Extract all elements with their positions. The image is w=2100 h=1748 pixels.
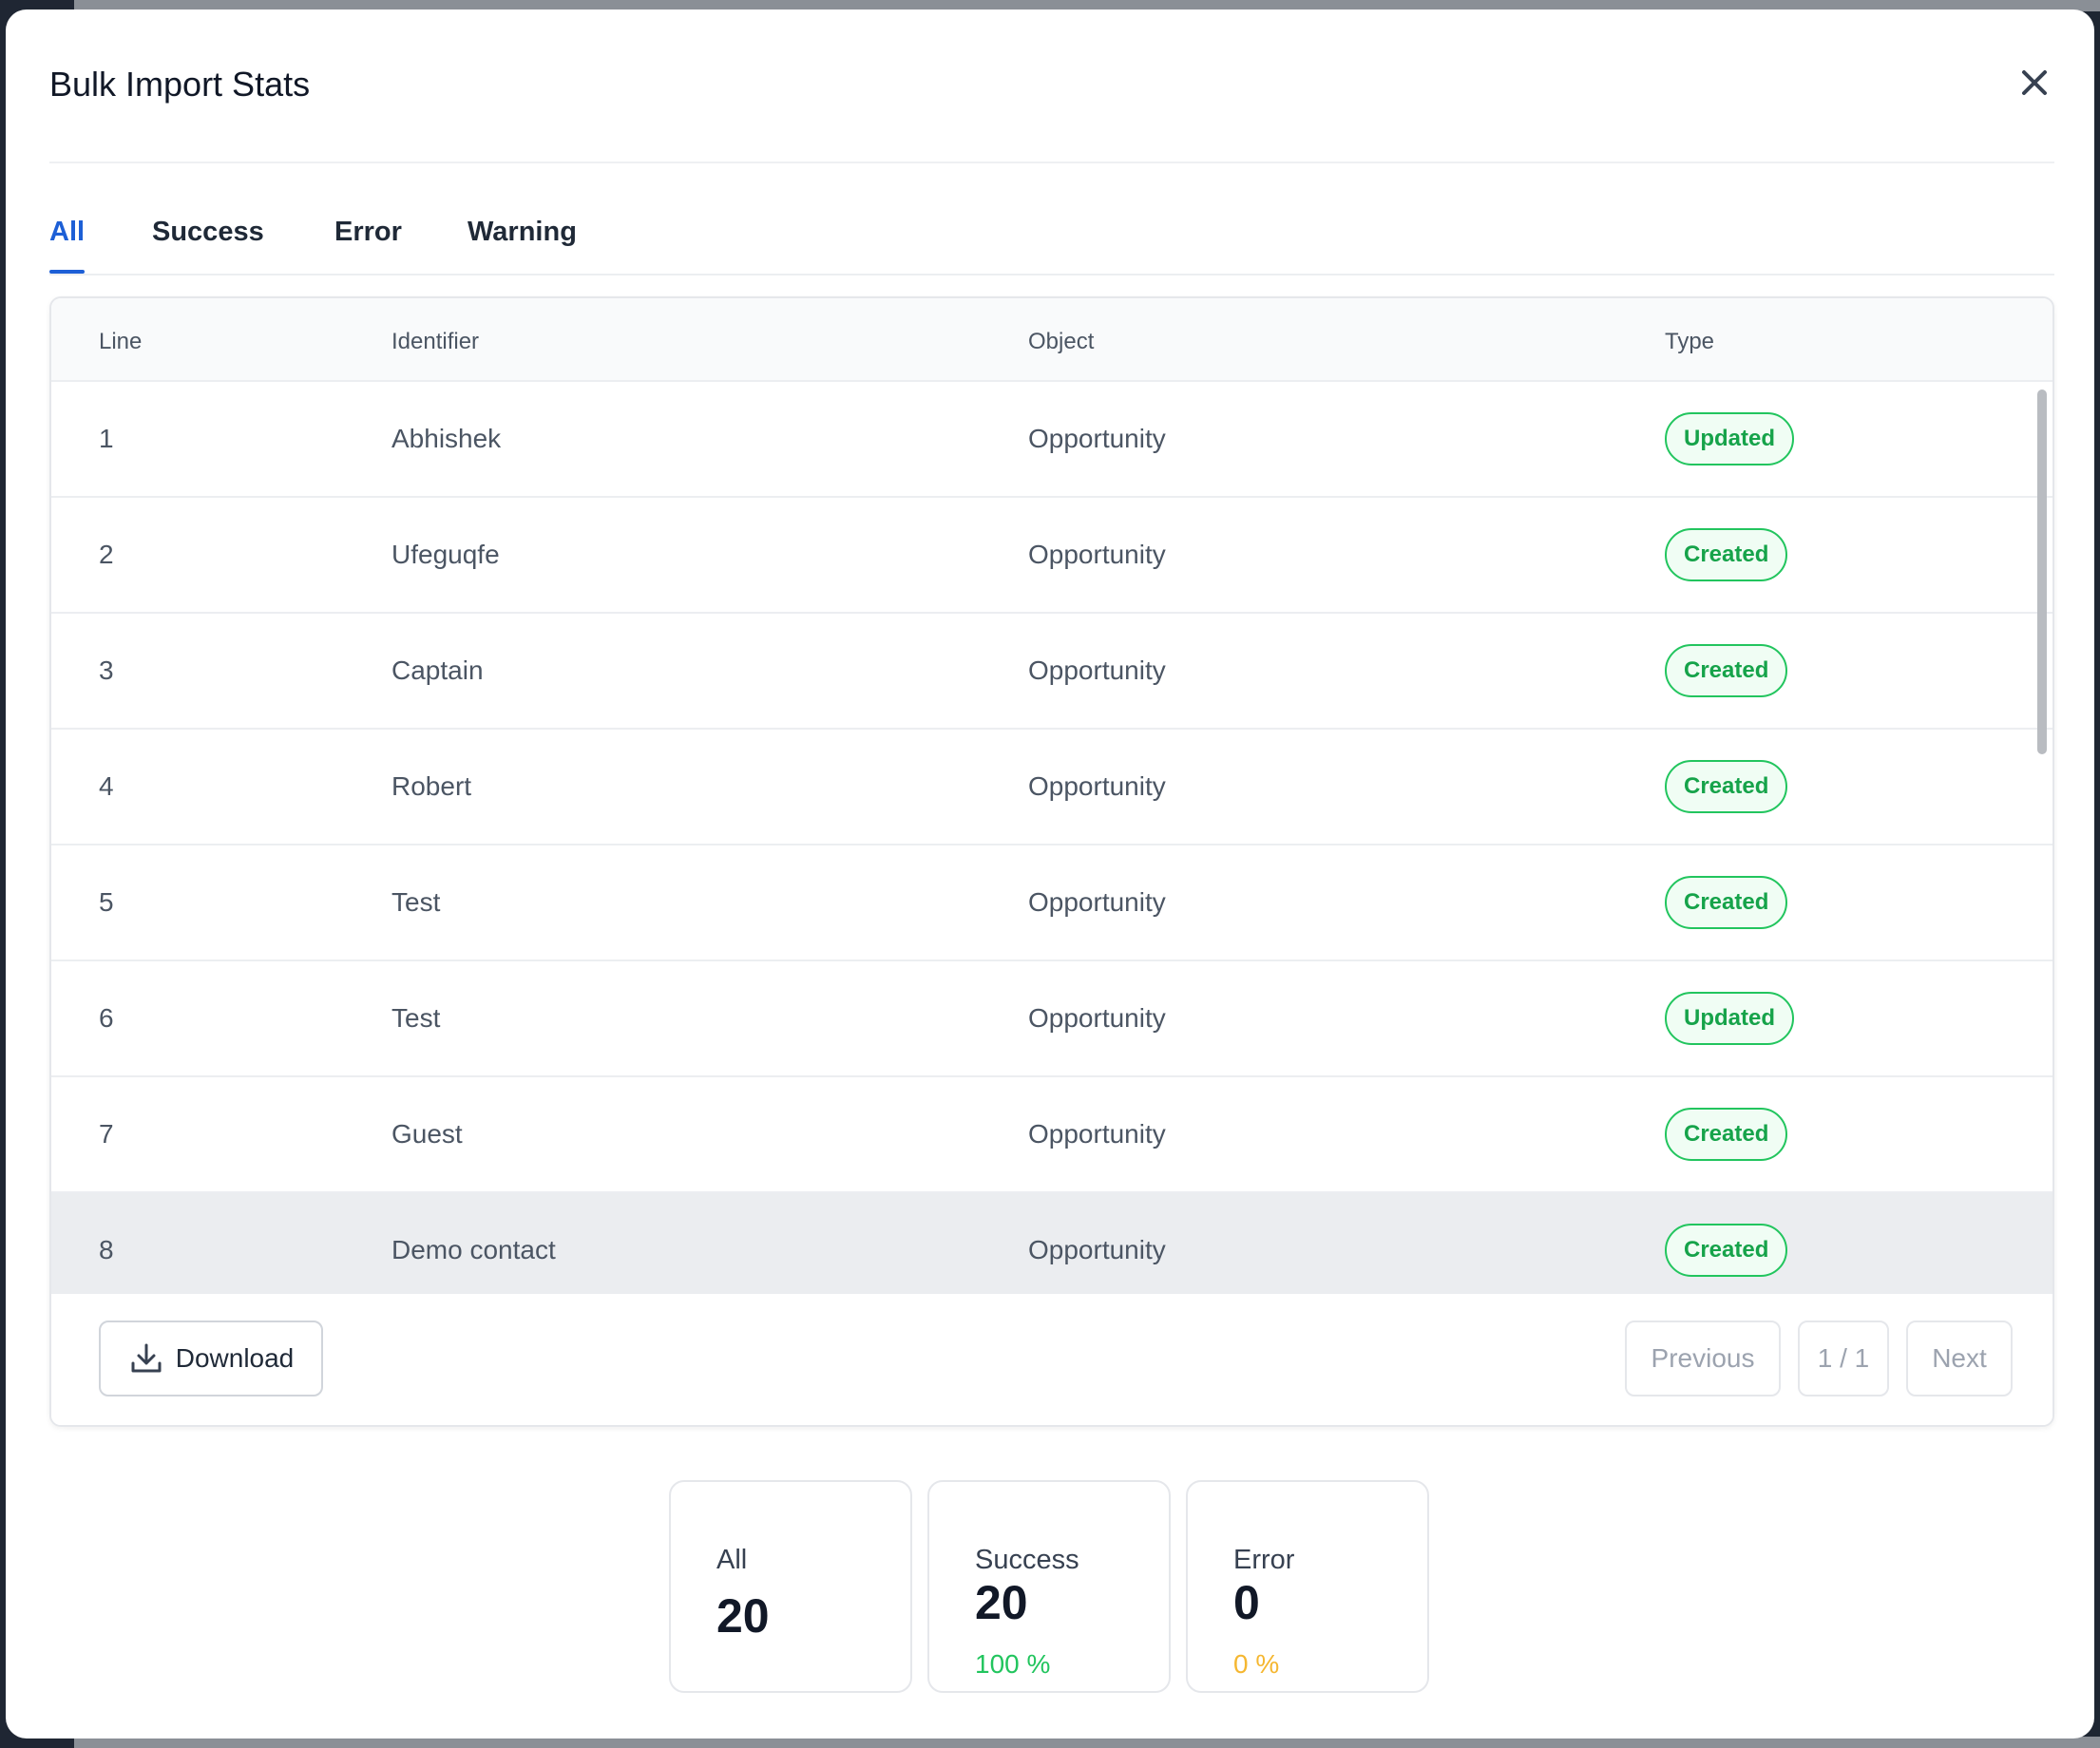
download-button[interactable]: Download (99, 1320, 323, 1396)
cell-object: Opportunity (1028, 887, 1166, 917)
modal-title: Bulk Import Stats (49, 65, 311, 104)
cell-object: Opportunity (1028, 540, 1166, 569)
tab-warning[interactable]: Warning (468, 217, 577, 274)
stats-summary: All 20 Success 20 100 % Error 0 0 % (669, 1480, 1429, 1699)
cell-line: 8 (99, 1235, 114, 1264)
import-results-table: Line Identifier Object Type 1 Abhishek O… (49, 296, 2054, 1427)
download-label: Download (175, 1343, 295, 1373)
next-page-button[interactable]: Next (1906, 1320, 2013, 1396)
cell-identifier: Test (391, 1003, 441, 1033)
cell-identifier: Guest (391, 1119, 463, 1149)
stat-value-success: 20 (975, 1576, 1028, 1629)
modal-header: Bulk Import Stats (49, 10, 2054, 163)
tab-error[interactable]: Error (334, 217, 402, 274)
type-badge: Created (1665, 1224, 1788, 1277)
previous-page-button[interactable]: Previous (1625, 1320, 1781, 1396)
cell-line: 6 (99, 1003, 114, 1033)
stat-percent-success: 100 % (975, 1649, 1051, 1679)
stat-value-error: 0 (1233, 1576, 1260, 1629)
bulk-import-stats-modal: Bulk Import Stats All Success Error Warn… (6, 10, 2094, 1738)
stat-label-all: All (716, 1545, 748, 1575)
table-body[interactable]: 1 Abhishek Opportunity Updated 2 Ufeguqf… (51, 382, 2052, 1294)
type-badge: Created (1665, 760, 1788, 813)
tab-success[interactable]: Success (152, 217, 264, 274)
type-badge: Updated (1665, 992, 1794, 1045)
stat-percent-error: 0 % (1233, 1649, 1280, 1679)
type-badge: Created (1665, 1108, 1788, 1161)
cell-line: 4 (99, 771, 114, 801)
stat-label-error: Error (1233, 1545, 1295, 1575)
table-row[interactable]: 5 Test Opportunity Created (51, 846, 2052, 961)
cell-object: Opportunity (1028, 424, 1166, 453)
cell-object: Opportunity (1028, 1119, 1166, 1149)
stat-label-success: Success (975, 1545, 1079, 1575)
cell-line: 7 (99, 1119, 114, 1149)
table-row[interactable]: 7 Guest Opportunity Created (51, 1077, 2052, 1193)
cell-line: 2 (99, 540, 114, 569)
table-row[interactable]: 4 Robert Opportunity Created (51, 730, 2052, 846)
type-badge: Created (1665, 876, 1788, 929)
stat-card-all: All 20 (669, 1480, 912, 1693)
cell-line: 5 (99, 887, 114, 917)
tab-all[interactable]: All (49, 217, 86, 274)
cell-line: 1 (99, 424, 114, 453)
cell-object: Opportunity (1028, 1235, 1166, 1264)
column-header-line[interactable]: Line (99, 329, 142, 355)
table-row[interactable]: 8 Demo contact Opportunity Created (51, 1193, 2052, 1294)
download-icon (131, 1343, 162, 1373)
stat-value-all: 20 (716, 1589, 770, 1643)
table-scrollbar[interactable] (2037, 390, 2047, 754)
cell-identifier: Abhishek (391, 424, 502, 453)
table-row[interactable]: 6 Test Opportunity Updated (51, 961, 2052, 1077)
table-header: Line Identifier Object Type (51, 298, 2052, 382)
cell-object: Opportunity (1028, 771, 1166, 801)
table-footer: Download Previous 1 / 1 Next (51, 1294, 2052, 1425)
cell-identifier: Demo contact (391, 1235, 556, 1264)
cell-object: Opportunity (1028, 656, 1166, 685)
cell-identifier: Ufeguqfe (391, 540, 500, 569)
cell-identifier: Test (391, 887, 441, 917)
column-header-object[interactable]: Object (1028, 329, 1094, 355)
cell-identifier: Robert (391, 771, 472, 801)
stat-card-success: Success 20 100 % (927, 1480, 1171, 1693)
column-header-type[interactable]: Type (1665, 329, 1714, 355)
type-badge: Updated (1665, 412, 1794, 466)
cell-line: 3 (99, 656, 114, 685)
stat-card-error: Error 0 0 % (1186, 1480, 1429, 1693)
type-badge: Created (1665, 644, 1788, 697)
page-indicator: 1 / 1 (1798, 1320, 1889, 1396)
cell-identifier: Captain (391, 656, 484, 685)
close-button[interactable] (2011, 59, 2058, 106)
table-row[interactable]: 3 Captain Opportunity Created (51, 614, 2052, 730)
table-row[interactable]: 1 Abhishek Opportunity Updated (51, 382, 2052, 498)
cell-object: Opportunity (1028, 1003, 1166, 1033)
column-header-identifier[interactable]: Identifier (391, 329, 479, 355)
close-icon (2022, 70, 2047, 95)
table-row[interactable]: 2 Ufeguqfe Opportunity Created (51, 498, 2052, 614)
type-badge: Created (1665, 528, 1788, 581)
tab-bar: All Success Error Warning (49, 163, 2054, 276)
